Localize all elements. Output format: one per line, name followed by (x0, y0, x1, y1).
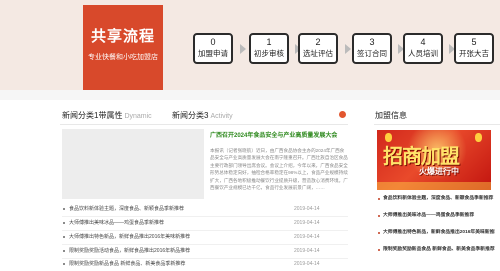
process-title: 共享流程 (90, 28, 155, 45)
franchise-item-title[interactable]: 大师傅推出美味冰品——鸡蛋食品季新推荐 (383, 212, 495, 220)
step-number: 4 (420, 37, 426, 47)
step-label: 开张大吉 (459, 49, 489, 58)
news-title[interactable]: 大师傅推出美味冰品——鸡蛋食品季新推荐 (69, 219, 164, 227)
arrow-right-icon (345, 44, 351, 54)
feature-summary: 本报讯（记者张晓航）近日，由广西食品协会主办的2024年广西食品安全与产业高质量… (210, 148, 348, 191)
banner-headline: 招商加盟 (383, 146, 460, 168)
row-divider (62, 230, 348, 231)
franchise-item-title[interactable]: 大师傅推出特色新品，新鲜食品推出2016年美味新推荐 (383, 229, 495, 237)
step-label: 加盟申请 (198, 49, 228, 58)
step-label: 选址评估 (303, 49, 333, 58)
tab-subtitle: Dynamic (124, 113, 152, 120)
process-step-opening[interactable]: 5 开张大吉 (454, 33, 494, 64)
news-title[interactable]: 食品饮料新体验主题，深度食品、新颖食品季新推荐 (69, 205, 184, 213)
news-title[interactable]: 限制奖励奖励活动食品，新鲜食品推出2016年新品推荐 (69, 247, 190, 255)
news-title[interactable]: 大师傅推出特色新品，新鲜食品推出2016年美味新推荐 (69, 233, 190, 241)
news-list-item[interactable]: 食品饮料新体验主题，深度食品、新颖食品季新推荐 2019-04-14 (62, 204, 348, 216)
step-number: 1 (266, 37, 272, 47)
process-step-apply[interactable]: 0 加盟申请 (193, 33, 233, 64)
bullet-icon (63, 208, 65, 210)
news-list-item[interactable]: 大师傅推出美味冰品——鸡蛋食品季新推荐 2019-04-14 (62, 218, 348, 230)
bullet-icon (63, 250, 65, 252)
bullet-icon (63, 222, 65, 224)
bullet-icon (378, 249, 380, 251)
franchise-item-title[interactable]: 食品饮料新体验主题，深度食品、新颖食品季新推荐 (383, 195, 495, 203)
feature-thumbnail[interactable] (62, 129, 204, 199)
news-divider (60, 124, 348, 125)
news-title[interactable]: 限制奖励奖励新品食品 新鲜食品、新美食品季新推荐 (69, 260, 185, 268)
bullet-icon (378, 198, 380, 200)
arrow-right-icon (240, 44, 246, 54)
franchise-banner[interactable]: 招商加盟 火爆进行中 (377, 130, 491, 190)
step-number: 2 (315, 37, 321, 47)
process-step-review[interactable]: 1 初步审核 (249, 33, 289, 64)
news-date: 2019-04-14 (294, 206, 320, 212)
franchise-list-item[interactable]: 限制奖励奖励新品食品 新鲜食品、新美食品季新推荐 (377, 245, 495, 256)
step-number: 0 (210, 37, 216, 47)
franchise-info-title: 加盟信息 (375, 111, 407, 120)
more-icon[interactable] (339, 111, 346, 118)
bullet-icon (378, 215, 380, 217)
news-date: 2019-04-14 (294, 220, 320, 226)
process-step-training[interactable]: 4 人员培训 (403, 33, 443, 64)
bullet-icon (63, 236, 65, 238)
tab-news-category-3[interactable]: 新闻分类3 Activity (172, 110, 233, 121)
step-label: 签订合同 (357, 49, 387, 58)
step-number: 5 (471, 37, 477, 47)
bullet-icon (378, 232, 380, 234)
step-label: 人员培训 (408, 49, 438, 58)
section-divider (0, 90, 500, 100)
banner-subline: 火爆进行中 (419, 167, 459, 176)
row-divider (62, 216, 348, 217)
tab-label: 新闻分类3 (172, 111, 209, 120)
news-date: 2019-04-14 (294, 248, 320, 254)
tab-news-category-1[interactable]: 新闻分类1带属性 Dynamic (62, 110, 152, 121)
franchise-list-item[interactable]: 食品饮料新体验主题，深度食品、新颖食品季新推荐 (377, 194, 495, 205)
tab-label: 新闻分类1带属性 (62, 111, 123, 120)
franchise-item-title[interactable]: 限制奖励奖励新品食品 新鲜食品、新美食品季新推荐 (383, 246, 495, 254)
bullet-icon (63, 263, 65, 265)
process-header: 共享流程 专业快餐和小吃加盟店 (83, 5, 163, 90)
news-list-item[interactable]: 限制奖励奖励活动食品，新鲜食品推出2016年新品推荐 2019-04-14 (62, 246, 348, 258)
lantern-icon (475, 133, 482, 142)
process-subtitle: 专业快餐和小吃加盟店 (88, 54, 158, 61)
row-divider (62, 244, 348, 245)
process-step-contract[interactable]: 3 签订合同 (352, 33, 392, 64)
step-number: 3 (369, 37, 375, 47)
banner-ribbon (377, 182, 491, 190)
step-label: 初步审核 (254, 49, 284, 58)
feature-title[interactable]: 广西召开2024年食品安全与产业高质量发展大会 (210, 130, 337, 139)
sidebar-divider (374, 124, 500, 125)
process-step-site[interactable]: 2 选址评估 (298, 33, 338, 64)
tab-subtitle: Activity (210, 113, 233, 120)
franchise-list-item[interactable]: 大师傅推出特色新品，新鲜食品推出2016年美味新推荐 (377, 228, 495, 239)
news-date: 2019-04-14 (294, 234, 320, 240)
franchise-list-item[interactable]: 大师傅推出美味冰品——鸡蛋食品季新推荐 (377, 211, 495, 222)
news-list-item[interactable]: 大师傅推出特色新品，新鲜食品推出2016年美味新推荐 2019-04-14 (62, 232, 348, 244)
news-list-item[interactable]: 限制奖励奖励新品食品 新鲜食品、新美食品季新推荐 2019-04-14 (62, 259, 348, 271)
news-date: 2019-04-14 (294, 261, 320, 267)
